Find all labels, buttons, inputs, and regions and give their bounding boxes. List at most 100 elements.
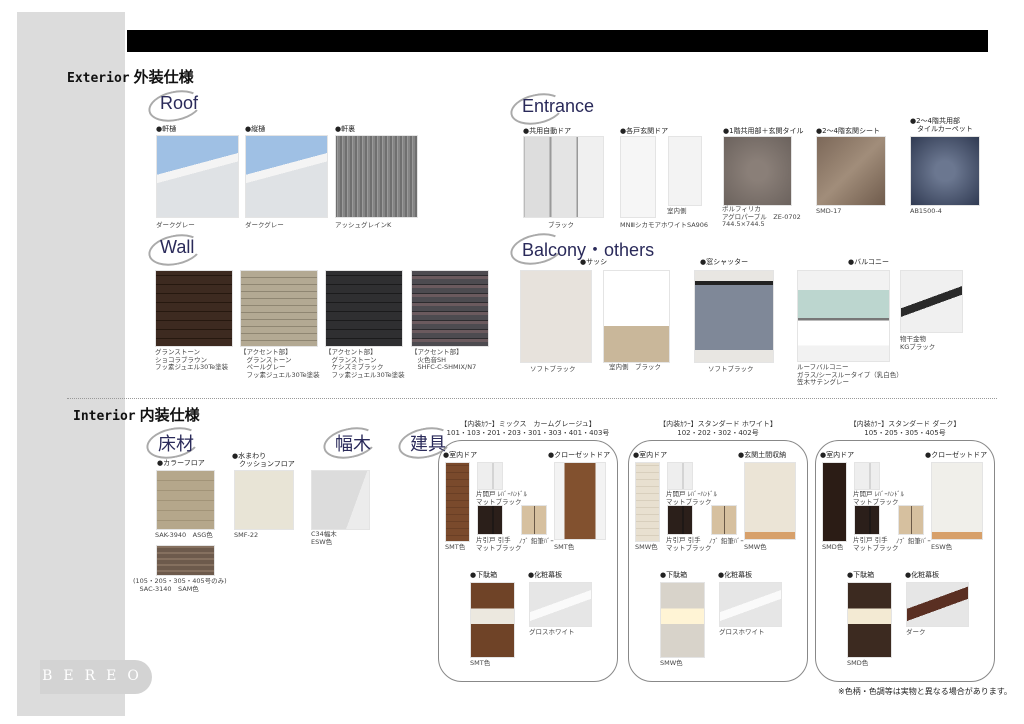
- spec-page: BEREO ※色柄・色調等は実物と異なる場合があります。 Exterior 外装仕…: [0, 0, 1024, 724]
- shutter-label: ●窓シャッター: [700, 258, 749, 266]
- roof-item-label: ●縦樋: [245, 125, 266, 133]
- pull-handle-image: [477, 505, 503, 535]
- storage-label: ●クローゼットドア: [925, 451, 988, 459]
- door-caption: SMD色: [822, 543, 844, 551]
- decor-board-caption: グロスホワイト: [529, 628, 575, 636]
- entrance-item-caption: MNⅢシカモアホワイトSA906: [620, 221, 709, 229]
- shoe-cabinet-label: ●下駄箱: [470, 571, 498, 579]
- shutter-caption: ソフトブラック: [708, 365, 754, 373]
- decor-board-image: [906, 582, 969, 627]
- lever-handle-image: [854, 462, 880, 490]
- storage-caption: ESW色: [931, 543, 953, 551]
- shoe-cabinet-label: ●下駄箱: [660, 571, 688, 579]
- door-label: ●室内ドア: [443, 451, 478, 459]
- roof-item-image: [335, 135, 418, 218]
- shoe-cabinet-caption: SMW色: [660, 659, 683, 667]
- roof-item-label: ●軒裏: [335, 125, 356, 133]
- entrance-item-label: ●2～4階玄関シート: [816, 127, 881, 135]
- door-image: [635, 462, 660, 542]
- door-image: [445, 462, 470, 542]
- pull-handle-image: [667, 505, 693, 535]
- hanger-caption: 物干金物 KGブラック: [900, 335, 936, 351]
- wall-item-caption: 【アクセント部】 火色音SH SHFC-C-SHMIX/N7: [411, 348, 477, 371]
- wall-item-caption: 【アクセント部】 グランストーン ペールグレー フッ素ジュエル30Te塗装: [240, 348, 320, 379]
- entrance-heading: Entrance: [522, 96, 595, 116]
- fittings-group-header: 【内装ｶﾗｰ】スタンダード ダーク】 105・205・305・405号: [849, 420, 961, 437]
- roof-item-label: ●軒樋: [156, 125, 177, 133]
- sash-interior-caption: 室内側 ブラック: [609, 363, 661, 371]
- lever-handle-image: [667, 462, 693, 490]
- door-caption: SMW色: [635, 543, 658, 551]
- knob-image: [898, 505, 924, 535]
- decor-board-label: ●化粧幕板: [905, 571, 940, 579]
- shoe-cabinet-image: [847, 582, 892, 658]
- sash-label: ●サッシ: [580, 258, 608, 266]
- knob-image: [521, 505, 547, 535]
- fittings-group-header: 【内装ｶﾗｰ】ミックス カームグレージュ】 101・103・201・203・30…: [446, 420, 610, 437]
- wall-item-image: [325, 270, 403, 347]
- roof-heading: Roof: [160, 93, 199, 113]
- balcony-label: ●バルコニー: [848, 258, 889, 266]
- pull-handle-caption: 片引戸 引手 マットブラック: [853, 536, 899, 552]
- fittings-group-header: 【内装ｶﾗｰ】スタンダード ホワイト】 102・202・302・402号: [659, 420, 777, 437]
- door-caption: SMT色: [445, 543, 466, 551]
- entrance-item-image: [910, 136, 980, 206]
- sash-image: [520, 270, 592, 363]
- entrance-item-label: ●1階共用部＋玄関タイル: [723, 127, 804, 135]
- storage-image: [931, 462, 983, 540]
- exterior-title: Exterior 外装仕様: [67, 66, 194, 87]
- pull-handle-caption: 片引戸 引手 マットブラック: [476, 536, 522, 552]
- storage-image: [744, 462, 796, 540]
- door-image: [822, 462, 847, 542]
- color-floor-label: ●カラーフロア: [157, 459, 205, 467]
- entrance-item-label: ●2～4階共用部 タイルカーペット: [910, 117, 973, 133]
- decor-board-caption: ダーク: [906, 628, 926, 636]
- storage-caption: SMT色: [554, 543, 575, 551]
- entrance-item-image: [523, 136, 604, 218]
- storage-caption: SMW色: [744, 543, 767, 551]
- storage-label: ●クローゼットドア: [548, 451, 611, 459]
- entrance-item-label: ●各戸玄関ドア: [620, 127, 669, 135]
- sash-caption: ソフトブラック: [530, 365, 576, 373]
- section-title-ja: 内装仕様: [139, 406, 200, 424]
- entrance-item-image: [723, 136, 792, 206]
- roof-item-image: [245, 135, 328, 218]
- lever-handle-caption: 片開戸 ﾚﾊﾞｰﾊﾝﾄﾞﾙ マットブラック: [853, 490, 904, 506]
- shoe-cabinet-image: [660, 582, 705, 658]
- knob-caption: ﾉﾌﾞ 鉛筆ﾊﾞｰ: [709, 537, 744, 545]
- shoe-cabinet-caption: SMD色: [847, 659, 869, 667]
- decor-board-caption: グロスホワイト: [719, 628, 765, 636]
- decor-board-label: ●化粧幕板: [528, 571, 563, 579]
- door-label: ●室内ドア: [820, 451, 855, 459]
- footnote: ※色柄・色調等は実物と異なる場合があります。: [838, 687, 1012, 696]
- color-floor-image: [156, 470, 215, 530]
- shoe-cabinet-label: ●下駄箱: [847, 571, 875, 579]
- color-floor-alt-caption: (105・205・305・405号のみ) SAC-3140 SAM色: [133, 577, 227, 593]
- roof-item-image: [156, 135, 239, 218]
- section-divider: [67, 398, 997, 399]
- wall-heading: Wall: [160, 237, 195, 257]
- entrance-item-label: ●共用自動ドア: [523, 127, 572, 135]
- wall-item-image: [240, 270, 318, 347]
- lever-handle-image: [477, 462, 503, 490]
- wall-item-caption: 【アクセント部】 グランストーン ケシズミブラック フッ素ジュエル30Te塗装: [325, 348, 405, 379]
- entrance-item-caption: SMD-17: [816, 207, 842, 215]
- wall-item-caption: グランストーン ショコラブラウン フッ素ジュエル30Te塗装: [155, 348, 229, 371]
- shutter-image: [694, 270, 774, 363]
- baseboard-heading: 幅木: [335, 434, 371, 454]
- wall-item-image: [155, 270, 233, 347]
- cushion-floor-caption: SMF-22: [234, 531, 259, 539]
- decor-board-image: [719, 582, 782, 627]
- section-title-ja: 外装仕様: [133, 68, 194, 86]
- pull-handle-image: [854, 505, 880, 535]
- section-title-en: Interior: [73, 409, 136, 424]
- knob-caption: ﾉﾌﾞ 鉛筆ﾊﾞｰ: [896, 537, 931, 545]
- decor-board-image: [529, 582, 592, 627]
- decor-board-label: ●化粧幕板: [718, 571, 753, 579]
- lever-handle-caption: 片開戸 ﾚﾊﾞｰﾊﾝﾄﾞﾙ マットブラック: [476, 490, 527, 506]
- storage-label: ●玄関土間収納: [738, 451, 787, 459]
- lever-handle-caption: 片開戸 ﾚﾊﾞｰﾊﾝﾄﾞﾙ マットブラック: [666, 490, 717, 506]
- roof-item-caption: アッシュグレインK: [335, 221, 392, 229]
- shoe-cabinet-image: [470, 582, 515, 658]
- cushion-floor-image: [234, 470, 294, 530]
